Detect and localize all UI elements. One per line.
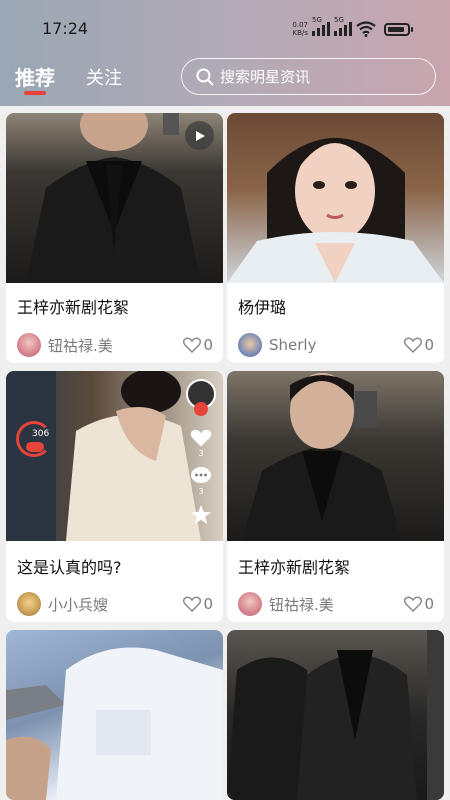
search-placeholder: 搜索明星资讯 [220,68,311,86]
tab-active-indicator [24,91,46,95]
avatar[interactable] [238,333,262,357]
signal-icon: 5G [312,16,330,36]
card-title: 王梓亦新剧花絮 [238,558,351,577]
side-comment-count: 3 [198,487,204,496]
recording-label: 306 [32,429,50,439]
feed-card[interactable]: 杨伊璐 Sherly 0 [227,113,444,363]
thumbnail-image [227,138,444,283]
author-name[interactable]: Sherly [269,336,404,354]
heart-icon [183,596,202,612]
heart-icon [183,337,202,353]
feed-card[interactable] [6,630,223,800]
avatar[interactable] [238,592,262,616]
card-meta: Sherly 0 [238,332,434,358]
card-thumbnail[interactable] [227,630,444,800]
signal-icon-2: 5G [334,16,352,36]
feed-card[interactable]: 王梓亦新剧花絮 钮祜禄.美 0 [6,113,223,363]
card-title: 王梓亦新剧花絮 [17,298,130,317]
side-action-bar: 3 3 [183,379,219,526]
heart-icon[interactable] [190,428,212,448]
like-count: 0 [424,336,434,354]
tab-recommend[interactable]: 推荐 [15,62,55,91]
card-meta: 小小兵嫂 0 [17,591,213,617]
like-button[interactable]: 0 [183,336,213,354]
card-thumbnail[interactable]: 306 3 3 [6,371,223,541]
like-button[interactable]: 0 [404,595,434,613]
feed-card[interactable] [227,630,444,800]
avatar[interactable] [17,333,41,357]
card-meta: 钮祜禄.美 0 [17,332,213,358]
content-feed: 王梓亦新剧花絮 钮祜禄.美 0 杨伊璐 Sherly 0 306 3 3 这是认… [0,106,450,800]
status-icons: 0.07 KB/s 5G 5G [292,16,413,40]
card-thumbnail[interactable] [6,113,223,283]
heart-icon [404,596,423,612]
card-thumbnail[interactable] [6,630,223,800]
like-count: 0 [203,595,213,613]
feed-card[interactable]: 王梓亦新剧花絮 钮祜禄.美 0 [227,371,444,622]
card-thumbnail[interactable] [227,371,444,541]
avatar[interactable] [17,592,41,616]
card-title: 杨伊璐 [238,298,287,317]
like-button[interactable]: 0 [183,595,213,613]
feed-card[interactable]: 306 3 3 这是认真的吗? 小小兵嫂 0 [6,371,223,622]
comment-icon[interactable] [190,466,212,486]
app-header: 17:24 0.07 KB/s 5G 5G 推荐 关注 搜索明星资讯 [0,0,450,106]
battery-icon [384,22,413,36]
like-button[interactable]: 0 [404,336,434,354]
like-count: 0 [424,595,434,613]
status-time: 17:24 [42,19,89,38]
card-thumbnail[interactable] [227,113,444,283]
heart-icon [404,337,423,353]
search-icon [196,68,214,85]
play-button[interactable] [185,121,214,150]
network-speed: 0.07 KB/s [292,21,308,37]
tab-follow[interactable]: 关注 [86,64,122,90]
wifi-icon [356,21,376,37]
thumbnail-image [6,647,223,800]
author-name[interactable]: 小小兵嫂 [48,594,183,615]
follow-plus-icon[interactable] [194,402,208,416]
play-icon [195,130,205,141]
recording-dot [26,442,44,452]
card-meta: 钮祜禄.美 0 [238,591,434,617]
status-bar: 17:24 0.07 KB/s 5G 5G [0,0,450,56]
search-bar[interactable]: 搜索明星资讯 [181,58,436,95]
side-like-count: 3 [198,449,204,458]
author-name[interactable]: 钮祜禄.美 [48,335,183,356]
star-icon[interactable] [190,504,212,526]
thumbnail-image [227,630,444,800]
author-name[interactable]: 钮祜禄.美 [269,594,404,615]
thumbnail-image [242,373,402,541]
card-title: 这是认真的吗? [17,558,122,577]
like-count: 0 [203,336,213,354]
